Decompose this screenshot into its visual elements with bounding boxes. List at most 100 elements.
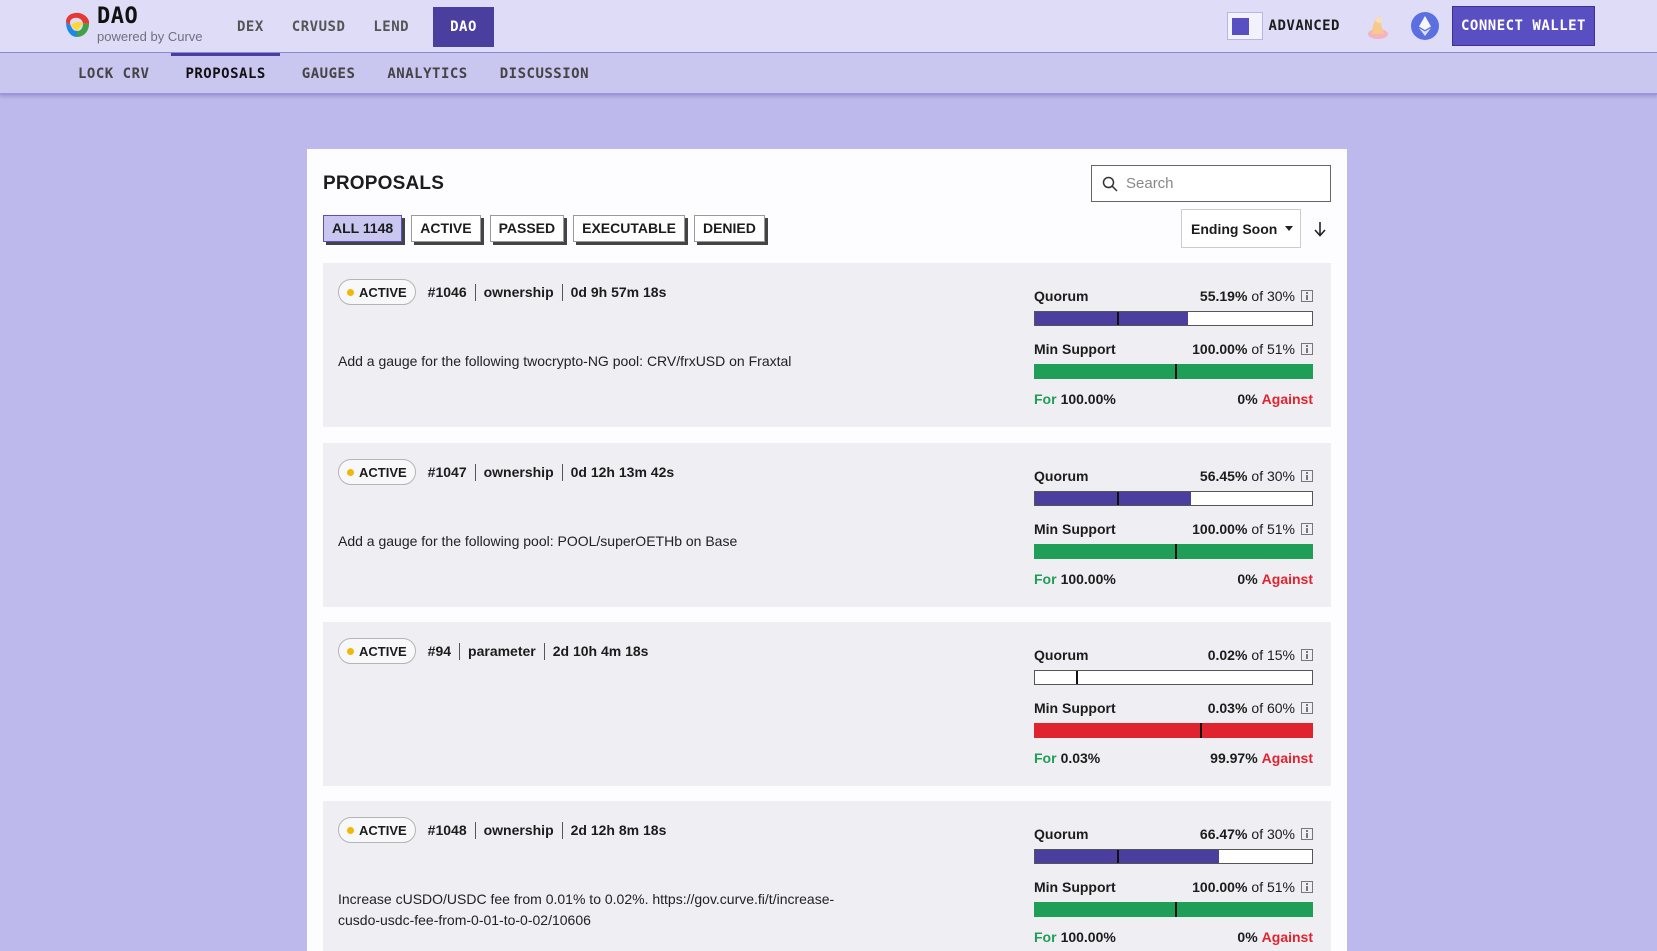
quorum-bar <box>1034 849 1313 864</box>
support-threshold-marker <box>1200 723 1203 738</box>
sub-header: LOCK CRV PROPOSALS GAUGES ANALYTICS DISC… <box>0 53 1657 95</box>
against-value: 99.97% <box>1210 750 1258 766</box>
theme-icon[interactable] <box>1362 10 1394 42</box>
against-value: 0% <box>1237 571 1258 587</box>
tab-analytics[interactable]: ANALYTICS <box>377 53 477 95</box>
quorum-value: 56.45% <box>1199 468 1248 484</box>
divider <box>474 463 476 481</box>
quorum-bar <box>1034 311 1313 326</box>
proposal-meta: ACTIVE #1047 ownership 0d 12h 13m 42s <box>338 459 674 485</box>
for-value: 0.03% <box>1060 750 1101 766</box>
quorum-value: 55.19% <box>1199 288 1248 304</box>
support-row: Min Support 100.00% of 51% <box>1034 340 1313 358</box>
filter-denied[interactable]: DENIED <box>693 215 765 242</box>
support-label: Min Support <box>1034 521 1116 537</box>
tab-lock-crv[interactable]: LOCK CRV <box>68 53 159 95</box>
info-icon[interactable] <box>1301 290 1313 302</box>
status-badge: ACTIVE <box>338 817 416 843</box>
search-input[interactable] <box>1126 175 1306 192</box>
tab-gauges[interactable]: GAUGES <box>292 53 366 95</box>
info-icon[interactable] <box>1301 881 1313 893</box>
info-icon[interactable] <box>1301 828 1313 840</box>
time-remaining: 0d 12h 13m 42s <box>570 464 675 480</box>
quorum-row: Quorum 56.45% of 30% <box>1034 467 1313 485</box>
logo[interactable]: DAO powered by Curve <box>63 6 203 44</box>
time-remaining: 0d 9h 57m 18s <box>570 284 667 300</box>
support-bar <box>1034 364 1313 379</box>
top-header: DAO powered by Curve DEX CRVUSD LEND DAO… <box>0 0 1657 53</box>
support-row: Min Support 100.00% of 51% <box>1034 520 1313 538</box>
sort-direction-icon[interactable] <box>1311 219 1329 239</box>
status-badge: ACTIVE <box>338 638 416 664</box>
nav-dex[interactable]: DEX <box>223 7 278 47</box>
against-label: Against <box>1261 391 1313 407</box>
filter-all[interactable]: ALL 1148 <box>323 215 403 242</box>
ethereum-icon[interactable] <box>1410 11 1440 41</box>
search-icon <box>1102 176 1118 192</box>
support-value: 100.00% <box>1192 879 1248 895</box>
quorum-threshold: of 30% <box>1251 288 1295 304</box>
search-box[interactable] <box>1091 165 1331 202</box>
info-icon[interactable] <box>1301 470 1313 482</box>
connect-wallet-button[interactable]: CONNECT WALLET <box>1451 6 1595 46</box>
divider <box>474 821 476 839</box>
for-value: 100.00% <box>1060 391 1116 407</box>
quorum-threshold: of 30% <box>1251 826 1295 842</box>
filter-executable[interactable]: EXECUTABLE <box>573 215 685 242</box>
proposal-meta: ACTIVE #94 parameter 2d 10h 4m 18s <box>338 638 648 664</box>
sub-nav: LOCK CRV PROPOSALS GAUGES ANALYTICS DISC… <box>68 53 611 95</box>
proposal-card[interactable]: ACTIVE #1048 ownership 2d 12h 8m 18s Inc… <box>323 801 1331 951</box>
for-value: 100.00% <box>1060 929 1116 945</box>
proposal-type: parameter <box>468 643 536 659</box>
info-icon[interactable] <box>1301 649 1313 661</box>
logo-title: DAO <box>97 4 139 29</box>
support-threshold-marker <box>1175 364 1178 379</box>
filter-passed[interactable]: PASSED <box>489 215 565 242</box>
filter-active[interactable]: ACTIVE <box>411 215 481 242</box>
tab-proposals[interactable]: PROPOSALS <box>171 53 280 95</box>
quorum-value: 0.02% <box>1207 647 1248 663</box>
quorum-label: Quorum <box>1034 647 1089 663</box>
status-dot-icon <box>347 647 354 655</box>
info-icon[interactable] <box>1301 343 1313 355</box>
sort-select-value: Ending Soon <box>1191 220 1278 237</box>
proposal-description: Add a gauge for the following twocrypto-… <box>338 353 792 369</box>
support-threshold-marker <box>1175 902 1178 917</box>
support-threshold-marker <box>1175 544 1178 559</box>
proposal-card[interactable]: ACTIVE #1046 ownership 0d 9h 57m 18s Add… <box>323 263 1331 427</box>
info-icon[interactable] <box>1301 523 1313 535</box>
vote-summary: Quorum 56.45% of 30% Min Support 100.00% o… <box>1034 467 1313 589</box>
quorum-bar <box>1034 670 1313 685</box>
vote-tally: For 0.03% 99.97% Against <box>1034 750 1313 768</box>
against-label: Against <box>1261 929 1313 945</box>
info-icon[interactable] <box>1301 702 1313 714</box>
status-label: ACTIVE <box>359 822 407 838</box>
nav-crvusd[interactable]: CRVUSD <box>278 7 360 47</box>
advanced-label: ADVANCED <box>1268 18 1340 34</box>
sort-select[interactable]: Ending Soon <box>1181 209 1301 248</box>
status-badge: ACTIVE <box>338 459 416 485</box>
support-value: 100.00% <box>1192 521 1248 537</box>
status-label: ACTIVE <box>359 643 407 659</box>
quorum-threshold-marker <box>1075 671 1078 684</box>
toggle-knob <box>1231 17 1249 35</box>
advanced-toggle[interactable] <box>1226 12 1263 40</box>
support-value: 0.03% <box>1207 700 1248 716</box>
against-label: Against <box>1261 750 1313 766</box>
for-label: For <box>1034 750 1057 766</box>
for-value: 100.00% <box>1060 571 1116 587</box>
status-label: ACTIVE <box>359 464 407 480</box>
tab-discussion[interactable]: DISCUSSION <box>490 53 599 95</box>
for-label: For <box>1034 571 1057 587</box>
nav-dao[interactable]: DAO <box>433 6 494 47</box>
quorum-label: Quorum <box>1034 288 1089 304</box>
nav-lend[interactable]: LEND <box>359 7 423 47</box>
support-threshold: of 51% <box>1251 341 1295 357</box>
proposal-card[interactable]: ACTIVE #1047 ownership 0d 12h 13m 42s Ad… <box>323 443 1331 607</box>
for-label: For <box>1034 391 1057 407</box>
proposal-type: ownership <box>483 822 554 838</box>
quorum-threshold-marker <box>1117 312 1120 325</box>
support-threshold: of 60% <box>1251 700 1295 716</box>
proposal-card[interactable]: ACTIVE #94 parameter 2d 10h 4m 18s Quoru… <box>323 622 1331 786</box>
support-label: Min Support <box>1034 341 1116 357</box>
